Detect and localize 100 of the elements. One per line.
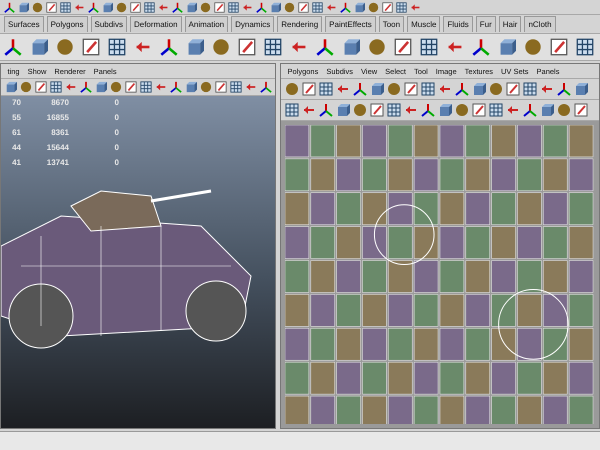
shelf-tab[interactable]: Toon [378,16,404,32]
grid-icon[interactable] [312,2,323,12]
grid-icon[interactable] [285,103,299,117]
arrow-icon[interactable] [65,81,77,93]
axes-icon[interactable] [256,2,267,12]
grid-icon[interactable] [140,81,152,93]
grid-icon[interactable] [387,103,401,117]
shelf-tab[interactable]: Hair [498,16,522,32]
cube-icon[interactable] [370,82,384,96]
pencil-icon[interactable] [125,81,137,93]
shelf-tab[interactable]: Animation [184,16,228,32]
axes-icon[interactable] [421,103,435,117]
shelf-tab[interactable]: Polygons [46,16,88,32]
pencil-icon[interactable] [394,38,412,56]
shelf-tab[interactable]: Deformation [130,16,182,32]
axes-icon[interactable] [172,2,183,12]
grid-icon[interactable] [396,2,407,12]
shelf-tab[interactable]: Subdivs [90,16,127,32]
cube-icon[interactable] [270,2,281,12]
pencil-icon[interactable] [214,2,225,12]
axes-icon[interactable] [4,2,15,12]
sphere-icon[interactable] [353,103,367,117]
arrow-icon[interactable] [245,81,257,93]
sphere-icon[interactable] [489,82,503,96]
axes-icon[interactable] [353,82,367,96]
axes-icon[interactable] [4,38,22,56]
pencil-icon[interactable] [472,103,486,117]
axes-icon[interactable] [80,81,92,93]
pencil-icon[interactable] [574,103,588,117]
shelf-tab[interactable]: PaintEffects [325,16,376,32]
pencil-icon[interactable] [550,38,568,56]
axes-icon[interactable] [523,103,537,117]
cube-icon[interactable] [95,81,107,93]
cube-icon[interactable] [472,82,486,96]
shelf-tab[interactable]: Dynamics [231,16,274,32]
pencil-icon[interactable] [46,2,57,12]
grid-icon[interactable] [319,82,333,96]
pencil-icon[interactable] [82,38,100,56]
sphere-icon[interactable] [524,38,542,56]
sphere-icon[interactable] [368,38,386,56]
axes-icon[interactable] [88,2,99,12]
pencil-icon[interactable] [302,82,316,96]
sphere-icon[interactable] [116,2,127,12]
grid-icon[interactable] [108,38,126,56]
grid-icon[interactable] [228,2,239,12]
pencil-icon[interactable] [238,38,256,56]
arrow-icon[interactable] [155,81,167,93]
cube-icon[interactable] [574,82,588,96]
cube-icon[interactable] [540,103,554,117]
shelf-tab[interactable]: Rendering [277,16,322,32]
cube-icon[interactable] [354,2,365,12]
cube-icon[interactable] [438,103,452,117]
grid-icon[interactable] [420,38,438,56]
axes-icon[interactable] [160,38,178,56]
axes-icon[interactable] [472,38,490,56]
cube-icon[interactable] [102,2,113,12]
grid-icon[interactable] [421,82,435,96]
sphere-icon[interactable] [387,82,401,96]
pencil-icon[interactable] [382,2,393,12]
pencil-icon[interactable] [506,82,520,96]
sphere-icon[interactable] [368,2,379,12]
pencil-icon[interactable] [130,2,141,12]
axes-icon[interactable] [170,81,182,93]
pencil-icon[interactable] [35,81,47,93]
grid-icon[interactable] [50,81,62,93]
sphere-icon[interactable] [455,103,469,117]
cube-icon[interactable] [30,38,48,56]
cube-icon[interactable] [186,2,197,12]
sphere-icon[interactable] [110,81,122,93]
axes-icon[interactable] [557,82,571,96]
cube-icon[interactable] [336,103,350,117]
cube-icon[interactable] [185,81,197,93]
shelf-tab[interactable]: Fur [476,16,496,32]
cube-icon[interactable] [5,81,17,93]
grid-icon[interactable] [144,2,155,12]
sphere-icon[interactable] [200,2,211,12]
grid-icon[interactable] [576,38,594,56]
sphere-icon[interactable] [200,81,212,93]
axes-icon[interactable] [260,81,272,93]
cube-icon[interactable] [18,2,29,12]
axes-icon[interactable] [319,103,333,117]
shelf-tab[interactable]: Surfaces [4,16,44,32]
sphere-icon[interactable] [212,38,230,56]
shelf-tab[interactable]: Fluids [443,16,473,32]
sphere-icon[interactable] [284,2,295,12]
sphere-icon[interactable] [20,81,32,93]
grid-icon[interactable] [60,2,71,12]
grid-icon[interactable] [523,82,537,96]
axes-icon[interactable] [340,2,351,12]
shelf-tab[interactable]: Muscle [407,16,440,32]
axes-icon[interactable] [455,82,469,96]
axes-icon[interactable] [316,38,334,56]
grid-icon[interactable] [230,81,242,93]
grid-icon[interactable] [489,103,503,117]
sphere-icon[interactable] [557,103,571,117]
cube-icon[interactable] [342,38,360,56]
shelf-tab[interactable]: nCloth [524,16,556,32]
sphere-icon[interactable] [32,2,43,12]
cube-icon[interactable] [186,38,204,56]
pencil-icon[interactable] [298,2,309,12]
